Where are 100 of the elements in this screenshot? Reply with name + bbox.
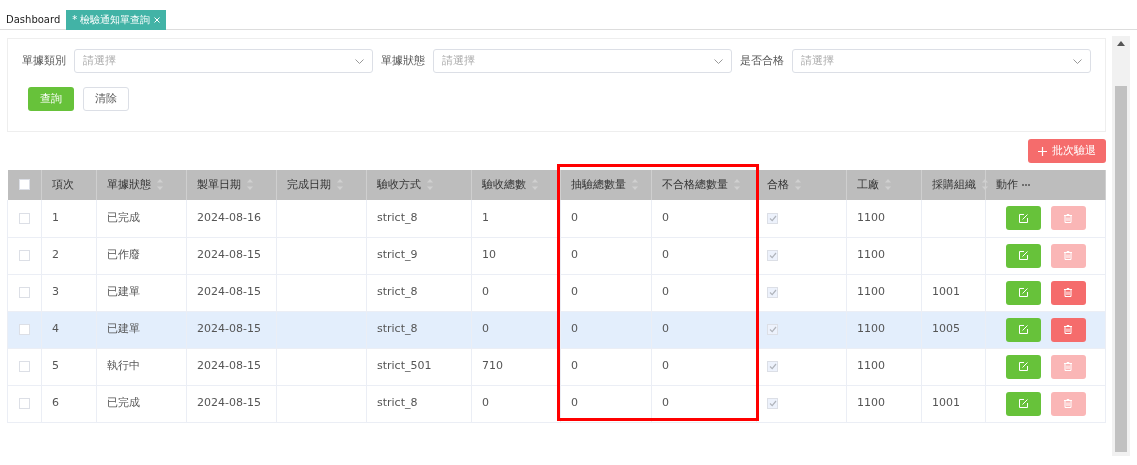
delete-button[interactable] (1050, 280, 1086, 305)
column-header: 完成日期 (287, 177, 331, 191)
table-cell: 3 (52, 285, 59, 299)
table-cell: strict_8 (377, 396, 418, 410)
column-header: 工廠 (857, 177, 879, 191)
table-row[interactable]: 1 已完成 2024-08-16 strict_8 1 0 0 1100 (7, 200, 1106, 237)
scrollbar[interactable] (1112, 36, 1130, 456)
checkbox[interactable] (19, 397, 30, 409)
trash-icon (1064, 251, 1072, 260)
table-cell: 2 (52, 248, 59, 262)
trash-icon (1064, 288, 1072, 297)
table-cell: 0 (571, 322, 578, 336)
chevron-down-icon (714, 58, 723, 64)
table-cell: 1001 (932, 396, 960, 410)
table-cell: 已建單 (107, 322, 140, 336)
table-cell: 0 (571, 211, 578, 224)
close-icon[interactable] (154, 16, 161, 23)
table-cell: 0 (571, 359, 578, 373)
checkbox[interactable] (767, 212, 778, 224)
column-header: 合格 (767, 177, 789, 191)
column-header: 不合格總數量 (662, 177, 728, 191)
table-cell: 2024-08-16 (197, 211, 261, 224)
table-cell: 1100 (857, 396, 885, 410)
edit-icon (1018, 399, 1028, 408)
table-row[interactable]: 6 已完成 2024-08-15 strict_8 0 0 0 1100 1001 (7, 385, 1106, 422)
select-all-checkbox[interactable] (18, 179, 30, 191)
column-header: 採購組織 (932, 177, 976, 191)
table-cell: 1100 (857, 359, 885, 373)
table-cell: 0 (482, 285, 489, 299)
table-row[interactable]: 5 執行中 2024-08-15 strict_501 710 0 0 1100 (7, 348, 1106, 385)
table-cell: 已作廢 (107, 248, 140, 262)
checkbox[interactable] (767, 249, 778, 261)
edit-icon (1018, 251, 1028, 260)
table-cell: 0 (571, 285, 578, 299)
trash-icon (1064, 213, 1072, 223)
tab[interactable]: Dashboard (4, 9, 63, 30)
table-cell: strict_8 (377, 322, 418, 336)
column-header: 動作 (996, 177, 1018, 191)
edit-button[interactable] (1005, 243, 1041, 268)
table-cell: 710 (482, 359, 503, 373)
edit-icon (1018, 288, 1028, 297)
filter-label: 單據狀態 (381, 52, 425, 69)
checkbox[interactable] (19, 249, 30, 261)
column-header: 項次 (52, 177, 74, 191)
chevron-down-icon (355, 58, 364, 64)
table-cell: 已完成 (107, 396, 140, 410)
table-cell: 執行中 (107, 359, 140, 373)
table-cell: 0 (482, 322, 489, 336)
table-cell: strict_9 (377, 248, 418, 262)
edit-button[interactable] (1005, 280, 1041, 305)
checkbox[interactable] (767, 397, 778, 409)
column-header: 驗收方式 (377, 177, 421, 191)
edit-button[interactable] (1005, 206, 1041, 231)
more-icon[interactable] (1021, 182, 1031, 187)
table-cell: 2024-08-15 (197, 285, 261, 299)
table-cell: 0 (662, 211, 669, 224)
chevron-down-icon (1073, 58, 1082, 64)
table-cell: 1001 (932, 285, 960, 299)
checkbox[interactable] (767, 286, 778, 298)
table-cell: 1005 (932, 322, 960, 336)
table-row[interactable]: 3 已建單 2024-08-15 strict_8 0 0 0 1100 1001 (7, 274, 1106, 311)
table-cell: 2024-08-15 (197, 359, 261, 373)
clear-button[interactable]: 清除 (83, 87, 129, 111)
table-cell: 2024-08-15 (197, 396, 261, 410)
table-cell: 0 (662, 396, 669, 410)
table-cell: 10 (482, 248, 496, 262)
table-cell: 0 (662, 285, 669, 299)
checkbox[interactable] (19, 212, 30, 224)
table-cell: 2024-08-15 (197, 322, 261, 336)
table-cell: 1100 (857, 248, 885, 262)
checkbox[interactable] (19, 286, 30, 298)
checkbox[interactable] (767, 360, 778, 372)
table-cell: strict_8 (377, 211, 418, 224)
table-cell: 0 (571, 396, 578, 410)
table-cell: 2024-08-15 (197, 248, 261, 262)
column-header: 驗收總數 (482, 177, 526, 191)
table-cell: 6 (52, 396, 59, 410)
scroll-up-icon[interactable] (1117, 40, 1125, 46)
table-cell: strict_501 (377, 359, 432, 373)
table-row[interactable]: 2 已作廢 2024-08-15 strict_9 10 0 0 1100 (7, 237, 1106, 274)
checkbox[interactable] (19, 360, 30, 372)
checkbox[interactable] (19, 323, 30, 335)
edit-button[interactable] (1005, 391, 1041, 416)
edit-icon (1018, 362, 1028, 371)
edit-button[interactable] (1005, 317, 1041, 342)
column-header: 單據狀態 (107, 177, 151, 191)
trash-icon (1064, 362, 1072, 371)
table-cell: 0 (482, 396, 489, 410)
edit-icon (1018, 213, 1028, 223)
filter-label: 單據類別 (22, 52, 66, 69)
edit-icon (1018, 325, 1028, 334)
filter-label: 是否合格 (740, 52, 784, 69)
table-cell: 5 (52, 359, 59, 373)
edit-button[interactable] (1005, 354, 1041, 379)
delete-button[interactable] (1050, 317, 1086, 342)
table-row[interactable]: 4 已建單 2024-08-15 strict_8 0 0 0 1100 1005 (7, 311, 1106, 348)
checkbox[interactable] (767, 323, 778, 335)
plus-icon (1038, 146, 1047, 156)
column-header: 抽驗總數量 (571, 177, 626, 191)
table-cell: 1 (482, 211, 489, 224)
